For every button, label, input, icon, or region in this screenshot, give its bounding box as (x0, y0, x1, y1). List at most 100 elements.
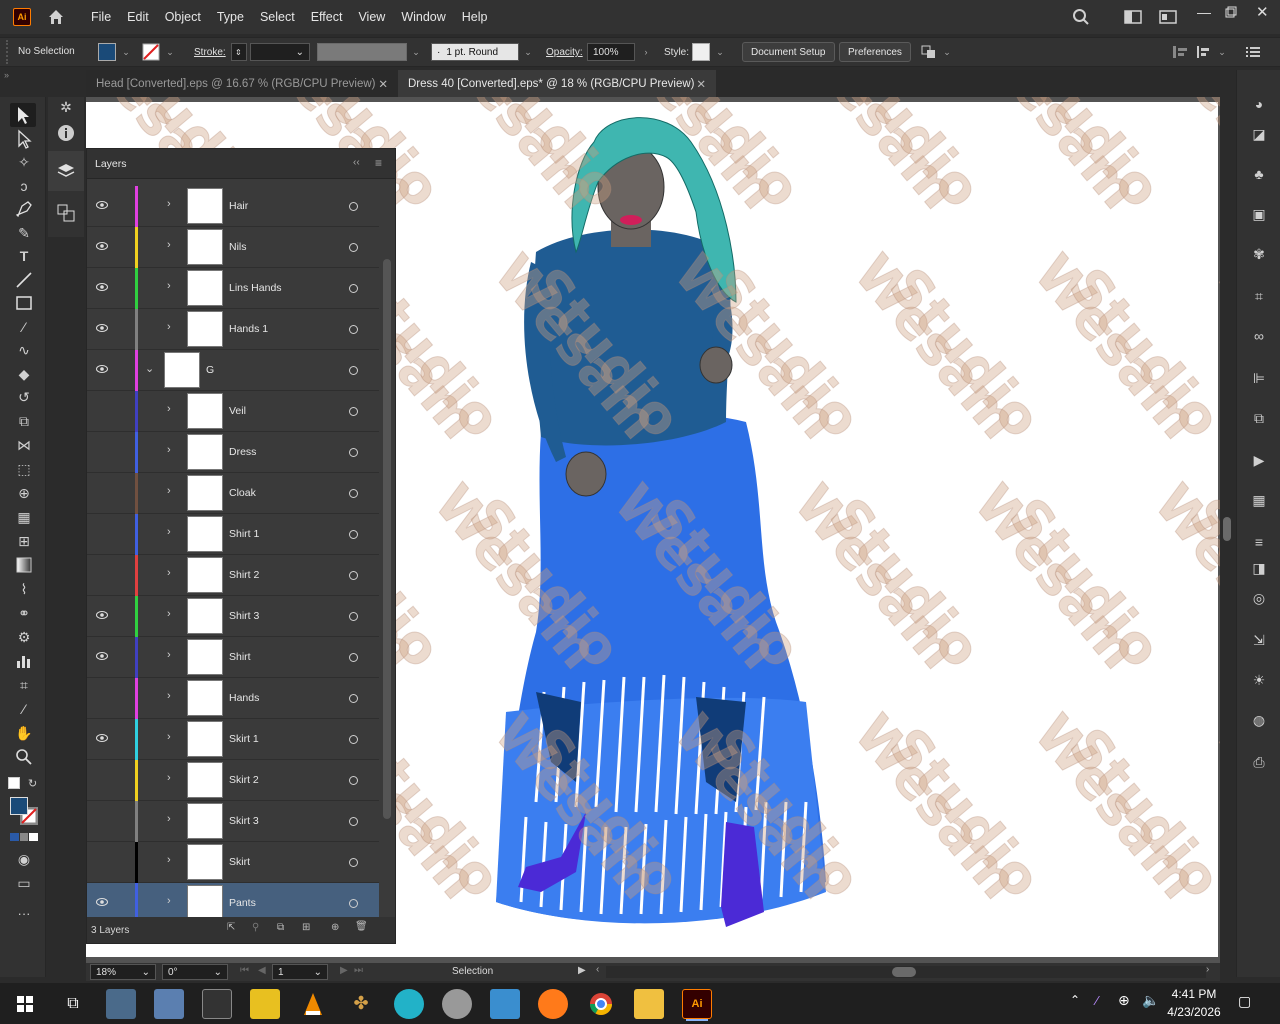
fill-color-box[interactable] (10, 797, 28, 815)
layer-name[interactable]: Skirt 2 (229, 774, 259, 786)
target-circle-icon[interactable] (349, 530, 358, 539)
target-circle-icon[interactable] (349, 776, 358, 785)
chevron-right-icon[interactable]: › (167, 403, 177, 415)
layer-name[interactable]: Dress (229, 446, 256, 458)
shaper-tool-icon[interactable]: ∿ (14, 340, 34, 360)
fill-dropdown-icon[interactable]: ⌄ (120, 43, 132, 61)
artboards-icon[interactable] (56, 203, 76, 223)
visibility-eye-icon[interactable] (96, 241, 108, 251)
layer-row[interactable]: › Dress (87, 432, 379, 473)
last-artboard-icon[interactable]: ⏭ (354, 965, 363, 976)
target-circle-icon[interactable] (349, 489, 358, 498)
chevron-right-icon[interactable]: › (167, 731, 177, 743)
pathfinder-icon[interactable]: ⧉ (1249, 408, 1269, 428)
chevron-right-icon[interactable]: › (167, 321, 177, 333)
inkscape-icon[interactable] (442, 988, 472, 1019)
layer-row[interactable]: › Veil (87, 391, 379, 432)
chevron-right-icon[interactable]: › (167, 813, 177, 825)
layer-row[interactable]: › Shirt 3 (87, 596, 379, 637)
visibility-toggle[interactable] (96, 774, 108, 784)
layer-row[interactable]: › Lins Hands (87, 268, 379, 309)
graph-tool-icon[interactable] (14, 651, 34, 671)
visibility-toggle[interactable] (96, 446, 108, 456)
style-swatch[interactable] (692, 43, 710, 61)
hand-tool-icon[interactable]: ✋ (14, 723, 34, 743)
line-tool-icon[interactable] (14, 270, 34, 290)
perspective-grid-tool-icon[interactable]: ▦ (14, 507, 34, 527)
previous-artboard-icon[interactable]: ◀ (258, 965, 266, 976)
asset-export-icon[interactable]: ⎙ (1249, 752, 1269, 772)
firefox-icon[interactable] (538, 988, 568, 1019)
layer-name[interactable]: Lins Hands (229, 282, 282, 294)
layer-row[interactable]: › Nils (87, 227, 379, 268)
color-guide-icon[interactable]: ◪ (1249, 124, 1269, 144)
rotate-field[interactable]: 0° ⌄ (162, 964, 228, 980)
stroke-panel-icon[interactable]: ≡ (1249, 532, 1269, 552)
menu-help[interactable]: Help (454, 10, 496, 24)
layer-row[interactable]: › Skirt 3 (87, 801, 379, 842)
photos-app-icon[interactable] (106, 988, 136, 1019)
layer-name[interactable]: Cloak (229, 487, 256, 499)
visibility-eye-icon[interactable] (96, 323, 108, 333)
libraries-icon[interactable]: ◍ (1249, 710, 1269, 730)
tube-app-icon[interactable] (394, 988, 424, 1019)
slice-tool-icon[interactable]: ⁄ (14, 699, 34, 719)
color-mode-icons[interactable] (10, 833, 39, 841)
new-sublayer-icon[interactable]: ⊞ (302, 922, 310, 933)
close-window-icon[interactable]: ✕ (1256, 3, 1269, 21)
visibility-eye-icon[interactable] (96, 651, 108, 661)
target-circle-icon[interactable] (349, 817, 358, 826)
notifications-icon[interactable]: ▢ (1238, 993, 1251, 1010)
chevron-right-icon[interactable]: › (167, 772, 177, 784)
visibility-eye-icon[interactable] (96, 282, 108, 292)
chevron-right-icon[interactable]: › (167, 567, 177, 579)
maximize-icon[interactable] (1225, 6, 1237, 18)
distribute-dropdown-icon[interactable]: ⌄ (1216, 43, 1228, 61)
layer-row[interactable]: › Hands (87, 678, 379, 719)
chevron-right-icon[interactable]: › (167, 280, 177, 292)
layer-name[interactable]: Hair (229, 200, 248, 212)
layer-row[interactable]: › Shirt 1 (87, 514, 379, 555)
arrange-dropdown-icon[interactable]: ⌄ (941, 43, 953, 61)
document-setup-button[interactable]: Document Setup (742, 42, 835, 62)
search-icon[interactable] (1072, 8, 1090, 26)
target-circle-icon[interactable] (349, 899, 358, 908)
target-circle-icon[interactable] (349, 653, 358, 662)
brush-field[interactable]: · 1 pt. Round (431, 43, 519, 61)
visibility-toggle[interactable] (96, 569, 108, 579)
layer-row[interactable]: › Cloak (87, 473, 379, 514)
draw-normal-icon[interactable]: ◉ (14, 849, 34, 869)
visibility-toggle[interactable] (96, 405, 108, 415)
clock-time[interactable]: 4:41 PM (1166, 987, 1222, 1001)
stroke-dropdown-icon[interactable]: ⌄ (164, 43, 176, 61)
symbol-sprayer-tool-icon[interactable]: ⚙ (14, 627, 34, 647)
align-panel-icon[interactable]: ⊫ (1249, 368, 1269, 388)
target-circle-icon[interactable] (349, 284, 358, 293)
stroke-weight-field[interactable]: ⌄ (250, 43, 310, 61)
export-icon[interactable]: ⇲ (1249, 630, 1269, 650)
layer-name[interactable]: Nils (229, 241, 247, 253)
zoom-field[interactable]: 18% ⌄ (90, 964, 156, 980)
layers-scroll-thumb[interactable] (383, 259, 391, 819)
chevron-right-icon[interactable]: › (167, 854, 177, 866)
layer-row[interactable]: › Shirt 2 (87, 555, 379, 596)
visibility-toggle[interactable] (96, 487, 108, 497)
gradient-tool-icon[interactable] (14, 555, 34, 575)
panel-menu-icon[interactable]: ≡ (375, 156, 382, 170)
home-icon[interactable] (47, 8, 65, 26)
eyedropper-tool-icon[interactable]: ⌇ (14, 579, 34, 599)
links-icon[interactable]: ∞ (1249, 326, 1269, 346)
delete-layer-icon[interactable]: 🗑 (355, 921, 368, 932)
layer-row[interactable]: › Shirt (87, 637, 379, 678)
color-icon[interactable]: ◕ (1249, 94, 1269, 114)
menu-object[interactable]: Object (157, 10, 209, 24)
clipping-mask-icon[interactable]: ⧉ (277, 922, 284, 933)
rectangle-tool-icon[interactable] (14, 293, 34, 313)
next-artboard-icon[interactable]: ▶ (340, 965, 348, 976)
chevron-right-icon[interactable]: › (167, 444, 177, 456)
collapse-toolbar-icon[interactable]: » (4, 70, 46, 80)
artboard-tool-icon[interactable]: ⌗ (14, 675, 34, 695)
visibility-eye-icon[interactable] (96, 733, 108, 743)
vertical-scrollbar[interactable] (1220, 97, 1234, 963)
target-circle-icon[interactable] (349, 407, 358, 416)
